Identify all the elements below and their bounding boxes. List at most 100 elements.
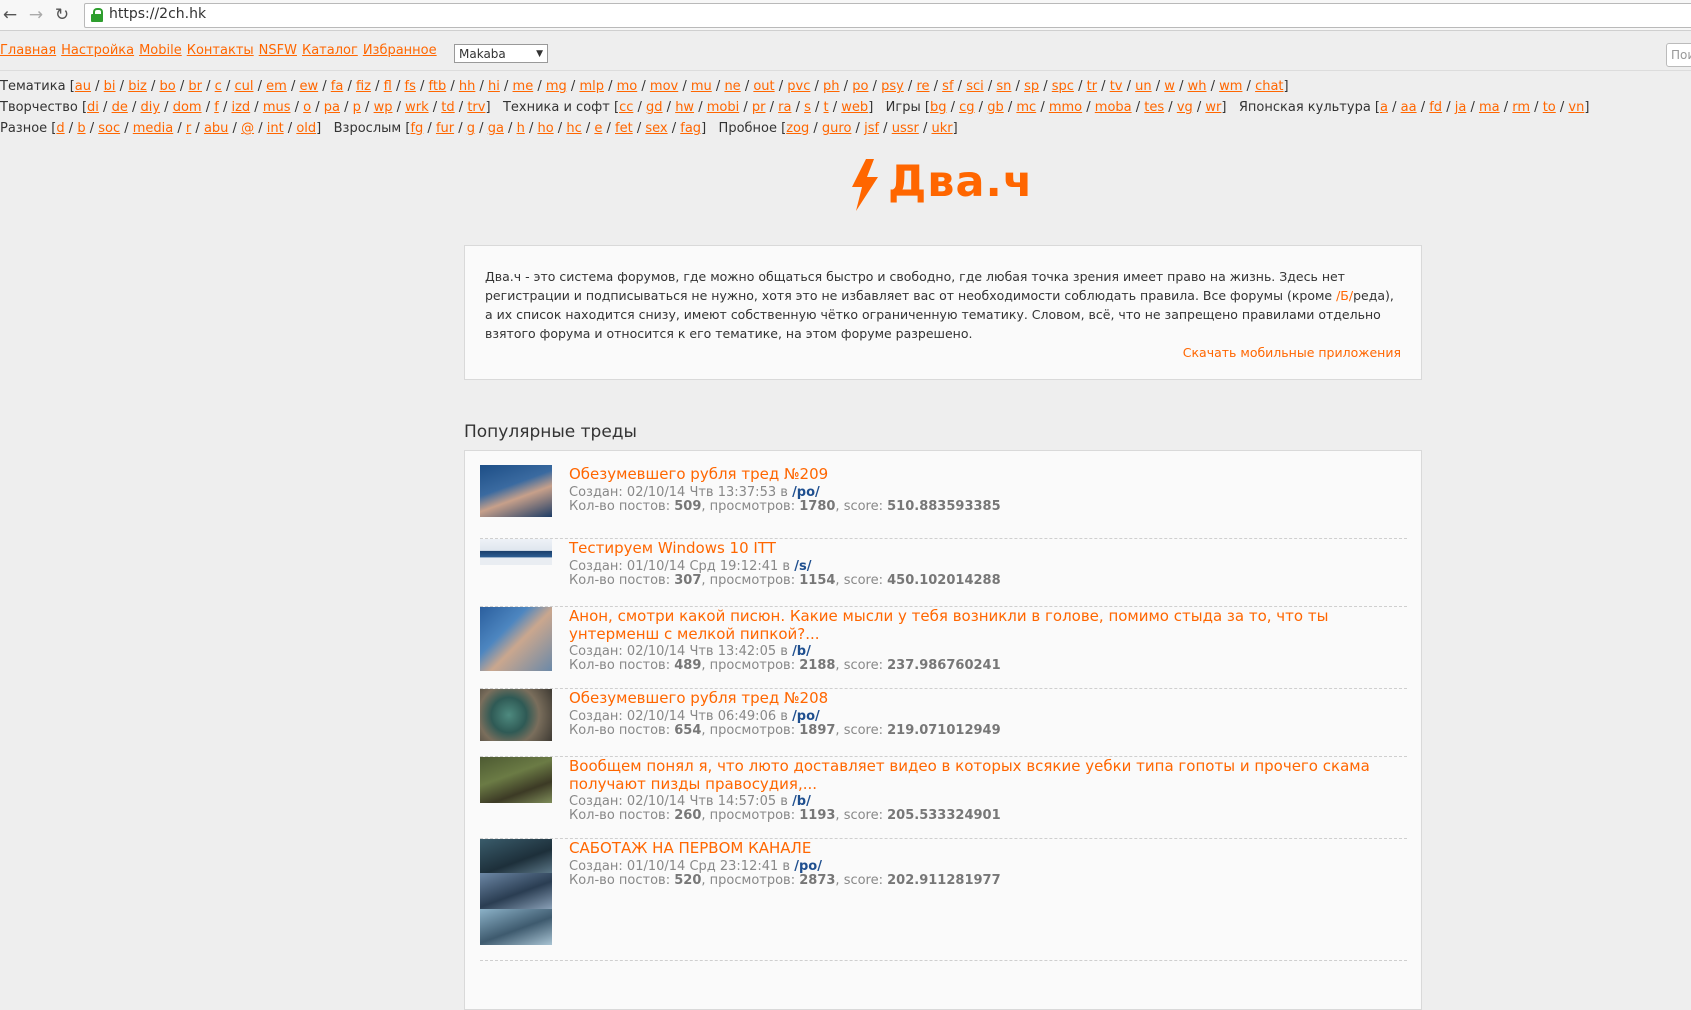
board-link-sci[interactable]: sci xyxy=(966,79,984,94)
board-link-fg[interactable]: fg xyxy=(410,121,423,136)
board-link-sf[interactable]: sf xyxy=(942,79,953,94)
board-link-t[interactable]: t xyxy=(824,100,829,115)
board-link-mobi[interactable]: mobi xyxy=(707,100,739,115)
board-link-biz[interactable]: biz xyxy=(128,79,147,94)
board-link-guro[interactable]: guro xyxy=(822,121,852,136)
thread-thumbnail[interactable] xyxy=(480,757,552,803)
board-link-w[interactable]: w xyxy=(1164,79,1175,94)
board-link-fl[interactable]: fl xyxy=(384,79,392,94)
board-link-wh[interactable]: wh xyxy=(1188,79,1207,94)
board-link-mmo[interactable]: mmo xyxy=(1049,100,1082,115)
board-link-bg[interactable]: bg xyxy=(930,100,947,115)
board-link-c[interactable]: c xyxy=(215,79,222,94)
board-link-pvc[interactable]: pvc xyxy=(787,79,810,94)
board-link-old[interactable]: old xyxy=(296,121,316,136)
board-link-d[interactable]: d xyxy=(56,121,64,136)
board-link-cg[interactable]: cg xyxy=(959,100,974,115)
board-link-b[interactable]: b xyxy=(77,121,85,136)
board-link-au[interactable]: au xyxy=(75,79,91,94)
board-link-psy[interactable]: psy xyxy=(881,79,904,94)
board-link-out[interactable]: out xyxy=(753,79,774,94)
board-link-mov[interactable]: mov xyxy=(650,79,678,94)
thread-title[interactable]: САБОТАЖ НА ПЕРВОМ КАНАЛЕ xyxy=(569,839,1409,857)
board-link-ra[interactable]: ra xyxy=(778,100,791,115)
board-link-media[interactable]: media xyxy=(133,121,174,136)
board-link-hw[interactable]: hw xyxy=(675,100,694,115)
board-link-cc[interactable]: cc xyxy=(619,100,633,115)
back-icon[interactable]: ← xyxy=(0,5,20,25)
board-link-po[interactable]: po xyxy=(852,79,868,94)
thread-board-link[interactable]: /po/ xyxy=(794,859,822,874)
thread-thumbnail[interactable] xyxy=(480,607,552,671)
board-link-dom[interactable]: dom xyxy=(173,100,202,115)
board-link-pa[interactable]: pa xyxy=(324,100,340,115)
thread-title[interactable]: Вообщем понял я, что люто доставляет вид… xyxy=(569,757,1409,793)
board-link-gb[interactable]: gb xyxy=(987,100,1004,115)
thread-board-link[interactable]: /b/ xyxy=(792,644,811,659)
board-link-jsf[interactable]: jsf xyxy=(864,121,879,136)
board-link-mc[interactable]: mc xyxy=(1016,100,1036,115)
board-link-wp[interactable]: wp xyxy=(374,100,393,115)
board-link-ussr[interactable]: ussr xyxy=(892,121,919,136)
board-link-tv[interactable]: tv xyxy=(1110,79,1123,94)
board-link-trv[interactable]: trv xyxy=(467,100,485,115)
board-link-aa[interactable]: aa xyxy=(1401,100,1417,115)
url-text[interactable]: https://2ch.hk xyxy=(109,6,206,22)
board-link-me[interactable]: me xyxy=(513,79,534,94)
board-link-re[interactable]: re xyxy=(916,79,929,94)
board-link-web[interactable]: web xyxy=(841,100,868,115)
board-link-r[interactable]: r xyxy=(186,121,191,136)
board-link-soc[interactable]: soc xyxy=(98,121,120,136)
search-input[interactable]: Пои xyxy=(1666,43,1691,67)
board-link-tr[interactable]: tr xyxy=(1087,79,1097,94)
board-link-moba[interactable]: moba xyxy=(1095,100,1132,115)
board-link-br[interactable]: br xyxy=(188,79,202,94)
board-link-o[interactable]: o xyxy=(303,100,311,115)
board-link-tes[interactable]: tes xyxy=(1144,100,1164,115)
board-link-gd[interactable]: gd xyxy=(646,100,663,115)
board-link-sn[interactable]: sn xyxy=(996,79,1011,94)
board-link-em[interactable]: em xyxy=(266,79,287,94)
b-board-link[interactable]: /Б/ xyxy=(1336,288,1353,303)
board-link-ph[interactable]: ph xyxy=(823,79,840,94)
board-link-sp[interactable]: sp xyxy=(1024,79,1039,94)
board-link-ftb[interactable]: ftb xyxy=(429,79,447,94)
board-link-ma[interactable]: ma xyxy=(1479,100,1500,115)
board-link-hi[interactable]: hi xyxy=(488,79,500,94)
board-link-rm[interactable]: rm xyxy=(1512,100,1530,115)
board-link-ho[interactable]: ho xyxy=(537,121,553,136)
board-link-pr[interactable]: pr xyxy=(752,100,766,115)
address-bar[interactable]: https://2ch.hk xyxy=(84,3,1691,28)
board-link-mg[interactable]: mg xyxy=(546,79,567,94)
board-link-diy[interactable]: diy xyxy=(140,100,160,115)
board-link-mlp[interactable]: mlp xyxy=(579,79,604,94)
board-link-wm[interactable]: wm xyxy=(1219,79,1242,94)
board-link-de[interactable]: de xyxy=(112,100,128,115)
thread-board-link[interactable]: /b/ xyxy=(792,794,811,809)
board-link-fs[interactable]: fs xyxy=(405,79,416,94)
board-link-s[interactable]: s xyxy=(804,100,811,115)
board-link-g[interactable]: g xyxy=(467,121,475,136)
board-link-td[interactable]: td xyxy=(441,100,454,115)
menu-link-4[interactable]: NSFW xyxy=(259,43,297,58)
board-link-wrk[interactable]: wrk xyxy=(405,100,429,115)
menu-link-5[interactable]: Каталог xyxy=(302,43,358,58)
board-link-int[interactable]: int xyxy=(267,121,284,136)
board-link-fet[interactable]: fet xyxy=(615,121,633,136)
thread-thumbnail[interactable] xyxy=(480,839,552,945)
board-link-zog[interactable]: zog xyxy=(786,121,809,136)
thread-board-link[interactable]: /po/ xyxy=(792,485,820,500)
board-link-e[interactable]: e xyxy=(594,121,602,136)
thread-thumbnail[interactable] xyxy=(480,689,552,741)
thread-title[interactable]: Тестируем Windows 10 ITT xyxy=(569,539,1409,557)
board-link-mo[interactable]: mo xyxy=(617,79,638,94)
thread-title[interactable]: Обезумевшего рубля тред №208 xyxy=(569,689,1409,707)
thread-thumbnail[interactable] xyxy=(480,465,552,517)
mobile-apps-link[interactable]: Скачать мобильные приложения xyxy=(1183,345,1401,360)
board-link-mus[interactable]: mus xyxy=(263,100,291,115)
board-link-fag[interactable]: fag xyxy=(680,121,701,136)
menu-link-1[interactable]: Настройка xyxy=(61,43,134,58)
board-link-ew[interactable]: ew xyxy=(299,79,318,94)
board-link-h[interactable]: h xyxy=(517,121,525,136)
board-link-f[interactable]: f xyxy=(214,100,219,115)
